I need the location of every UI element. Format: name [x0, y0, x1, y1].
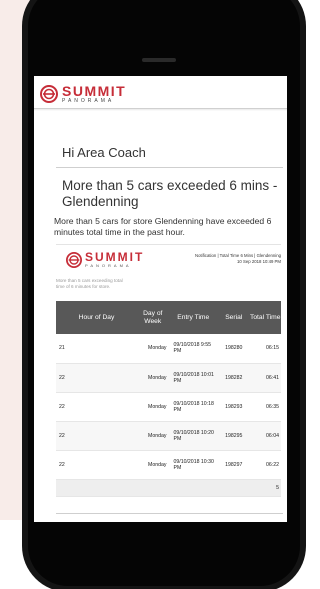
cell-hour: 21	[56, 334, 137, 364]
summit-logo-icon	[66, 251, 82, 268]
report-intro: More than 5 cars exceeding total time of…	[56, 278, 123, 289]
cell-entry-time: 09/10/2018 10:20 PM	[168, 421, 218, 451]
greeting-text: Hi Area Coach	[62, 145, 146, 160]
cell-entry-time: 09/10/2018 9:55 PM	[168, 334, 218, 364]
table-row: 22 Monday 09/10/2018 10:18 PM 198293 06:…	[56, 392, 281, 422]
email-screen: SUMMIT PANORAMA Hi Area Coach More than …	[34, 76, 287, 522]
cell-day: Monday	[137, 392, 169, 422]
cell-hour: 22	[56, 450, 137, 480]
cell-day: Monday	[137, 450, 169, 480]
table-summary-row: 5	[56, 479, 281, 497]
cell-total-time: 06:04	[249, 421, 281, 451]
report-logo: SUMMIT PANORAMA	[66, 251, 144, 268]
cell-hour: 22	[56, 392, 137, 422]
column-hour-of-day: Hour of Day	[78, 313, 115, 321]
cell-serial: 198295	[218, 421, 250, 451]
cell-serial: 198282	[218, 363, 250, 393]
report-meta-line2: 10 Sep 2018 10:49 PM	[237, 259, 281, 264]
alert-description: More than 5 cars for store Glendenning h…	[54, 216, 272, 237]
column-total-time: Total Time	[250, 313, 281, 321]
column-serial: Serial	[225, 313, 243, 321]
column-day-of-week: Day of Week	[143, 309, 163, 325]
cell-total-time: 06:22	[249, 450, 281, 480]
header-divider	[34, 108, 287, 111]
cell-entry-time: 09/10/2018 10:01 PM	[168, 363, 218, 393]
cell-total-time: 06:41	[249, 363, 281, 393]
cell-serial: 198297	[218, 450, 250, 480]
table-row: 22 Monday 09/10/2018 10:01 PM 198282 06:…	[56, 363, 281, 393]
cell-serial: 198280	[218, 334, 250, 364]
alert-title: More than 5 cars exceeded 6 mins - Glend…	[62, 178, 278, 209]
report-header: SUMMIT PANORAMA Notification | Total Tim…	[56, 244, 281, 274]
report-document: SUMMIT PANORAMA Notification | Total Tim…	[56, 244, 281, 497]
cell-entry-time: 09/10/2018 10:18 PM	[168, 392, 218, 422]
footer-divider	[56, 512, 283, 514]
phone-speaker	[142, 58, 176, 62]
report-meta: Notification | Total Time 6 Mins | Glend…	[195, 253, 281, 265]
cell-entry-time: 09/10/2018 10:30 PM	[168, 450, 218, 480]
cell-total-time: 06:15	[249, 334, 281, 364]
report-brand-name: SUMMIT	[85, 250, 145, 264]
summary-spacer	[56, 479, 250, 497]
cell-total-time: 06:35	[249, 392, 281, 422]
cell-day: Monday	[137, 421, 169, 451]
cell-hour: 22	[56, 421, 137, 451]
brand-name: SUMMIT	[62, 83, 127, 99]
cell-hour: 22	[56, 363, 137, 393]
greeting-divider	[56, 167, 283, 168]
email-header-logo: SUMMIT PANORAMA	[34, 76, 287, 108]
table-row: 21 Monday 09/10/2018 9:55 PM 198280 06:1…	[56, 334, 281, 364]
column-entry-time: Entry Time	[177, 313, 210, 321]
cell-serial: 198293	[218, 392, 250, 422]
cell-day: Monday	[137, 363, 169, 393]
table-row: 22 Monday 09/10/2018 10:30 PM 198297 06:…	[56, 450, 281, 480]
cell-day: Monday	[137, 334, 169, 364]
report-table: Hour of Day Day of Week Entry Time Seria…	[56, 301, 281, 497]
summit-logo-icon	[40, 85, 58, 103]
table-row: 22 Monday 09/10/2018 10:20 PM 198295 06:…	[56, 421, 281, 451]
summary-count: 5	[249, 479, 281, 497]
table-header-row: Hour of Day Day of Week Entry Time Seria…	[56, 301, 281, 334]
brand-subtitle: PANORAMA	[62, 98, 115, 104]
